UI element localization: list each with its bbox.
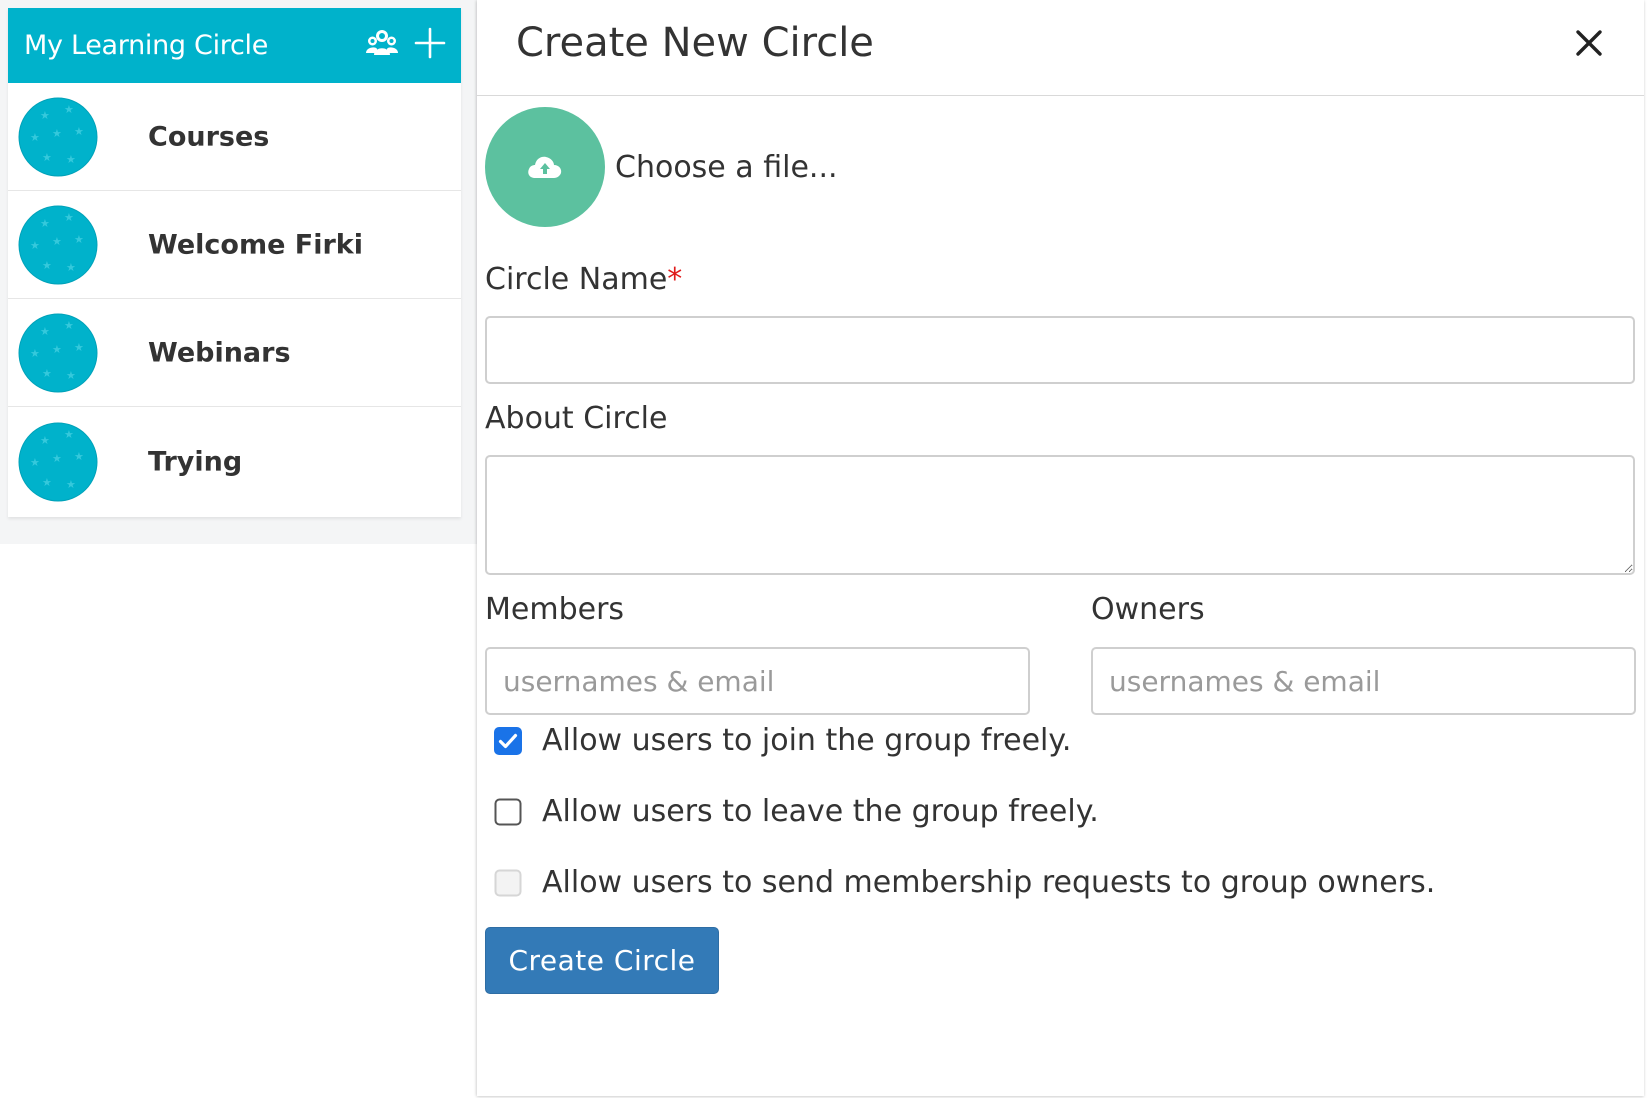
create-circle-button[interactable]: Create Circle (485, 927, 719, 994)
circle-name: Webinars (148, 337, 291, 368)
svg-text:★: ★ (30, 347, 40, 360)
svg-text:★: ★ (74, 233, 84, 246)
close-icon[interactable] (1574, 28, 1604, 58)
membership-requests-option: Allow users to send membership requests … (494, 865, 1435, 900)
svg-text:★: ★ (66, 478, 76, 491)
circle-list-item[interactable]: ★ ★ ★ ★ ★ ★ ★ Courses (8, 83, 461, 191)
upload-button[interactable] (485, 107, 605, 227)
svg-text:★: ★ (74, 125, 84, 138)
about-circle-label: About Circle (485, 401, 668, 436)
owners-label: Owners (1091, 592, 1205, 627)
circle-name: Courses (148, 121, 270, 152)
circle-list-item[interactable]: ★ ★ ★ ★ ★ ★ ★ Trying (8, 407, 461, 517)
svg-text:★: ★ (52, 127, 62, 140)
panel-title: My Learning Circle (24, 30, 269, 61)
membership-requests-checkbox[interactable] (494, 869, 522, 897)
svg-text:★: ★ (40, 325, 50, 338)
choose-file-label[interactable]: Choose a file... (615, 150, 838, 185)
svg-text:★: ★ (40, 109, 50, 122)
svg-text:★: ★ (42, 476, 52, 489)
svg-text:★: ★ (52, 452, 62, 465)
create-circle-modal: Create New Circle Choose a file... Circl… (477, 0, 1644, 1096)
svg-text:★: ★ (74, 450, 84, 463)
circle-list-item[interactable]: ★ ★ ★ ★ ★ ★ ★ Webinars (8, 299, 461, 407)
svg-text:★: ★ (40, 217, 50, 230)
svg-text:★: ★ (64, 211, 74, 224)
svg-text:★: ★ (52, 343, 62, 356)
cloud-upload-icon (528, 156, 562, 178)
svg-text:★: ★ (66, 153, 76, 166)
svg-text:★: ★ (30, 239, 40, 252)
circle-name-input[interactable] (485, 316, 1635, 384)
svg-text:★: ★ (64, 319, 74, 332)
circle-name: Trying (148, 446, 243, 478)
circle-name: Welcome Firki (148, 229, 364, 260)
circle-avatar-icon: ★ ★ ★ ★ ★ ★ ★ (18, 97, 98, 176)
svg-text:★: ★ (64, 103, 74, 116)
svg-text:★: ★ (40, 434, 50, 447)
members-label: Members (485, 592, 625, 627)
members-input[interactable] (485, 647, 1030, 715)
svg-text:★: ★ (52, 235, 62, 248)
svg-text:★: ★ (42, 259, 52, 272)
circle-avatar-icon: ★ ★ ★ ★ ★ ★ ★ (18, 313, 98, 392)
svg-text:★: ★ (74, 341, 84, 354)
panel-header: My Learning Circle (8, 8, 461, 83)
circle-name-label: Circle Name* (485, 262, 682, 297)
leave-freely-label: Allow users to leave the group freely. (542, 794, 1099, 829)
svg-text:★: ★ (64, 428, 74, 441)
svg-text:★: ★ (42, 151, 52, 164)
circle-name-label-text: Circle Name (485, 262, 668, 297)
join-freely-option: Allow users to join the group freely. (494, 723, 1071, 758)
about-circle-textarea[interactable] (485, 455, 1635, 575)
join-freely-label: Allow users to join the group freely. (542, 723, 1072, 758)
membership-requests-label: Allow users to send membership requests … (542, 865, 1436, 900)
modal-header: Create New Circle (477, 0, 1644, 96)
file-upload: Choose a file... (485, 107, 838, 227)
header-actions (365, 26, 447, 60)
circle-avatar-icon: ★ ★ ★ ★ ★ ★ ★ (18, 422, 98, 502)
group-icon[interactable] (365, 26, 399, 60)
svg-text:★: ★ (66, 369, 76, 382)
learning-circle-panel: My Learning Circle ★ ★ ★ ★ ★ ★ ★ Courses… (8, 8, 461, 517)
required-asterisk: * (667, 262, 683, 297)
svg-text:★: ★ (30, 456, 40, 469)
circle-avatar-icon: ★ ★ ★ ★ ★ ★ ★ (18, 205, 98, 284)
svg-text:★: ★ (66, 261, 76, 274)
svg-text:★: ★ (42, 367, 52, 380)
join-freely-checkbox[interactable] (494, 726, 522, 755)
owners-input[interactable] (1091, 647, 1636, 715)
leave-freely-option: Allow users to leave the group freely. (494, 794, 1099, 829)
modal-title: Create New Circle (516, 20, 874, 66)
circle-list-item[interactable]: ★ ★ ★ ★ ★ ★ ★ Welcome Firki (8, 191, 461, 299)
svg-text:★: ★ (30, 131, 40, 144)
leave-freely-checkbox[interactable] (494, 798, 522, 826)
add-icon[interactable] (413, 26, 447, 60)
